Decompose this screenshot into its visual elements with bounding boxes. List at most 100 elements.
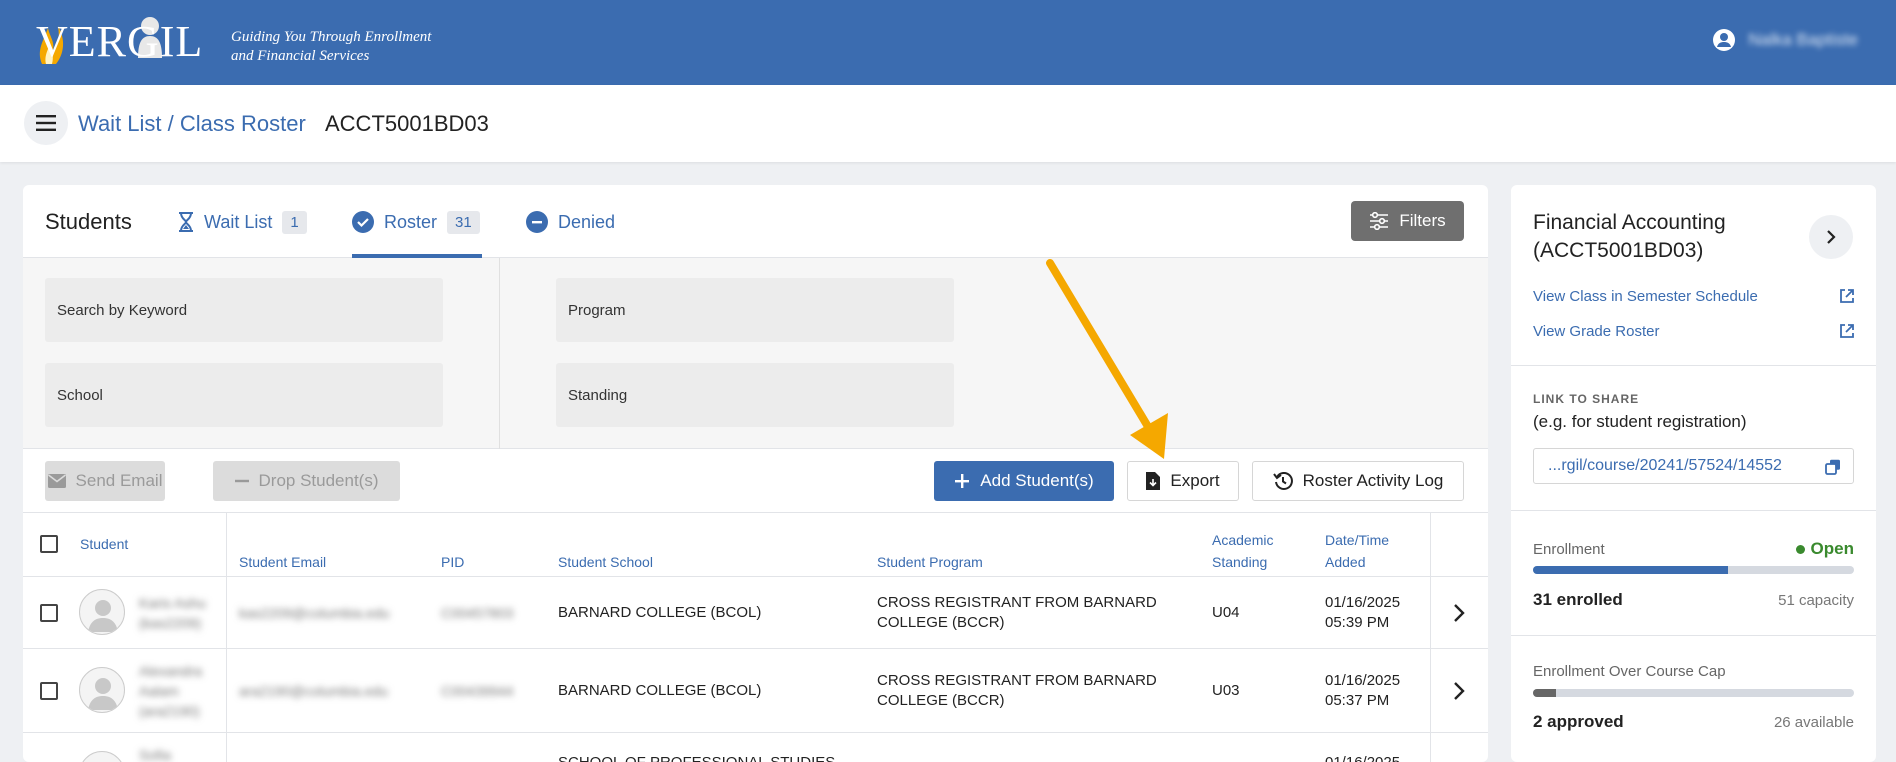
sub-header: Wait List / Class Roster ACCT5001BD03 xyxy=(0,85,1896,162)
enrollment-progress-bar xyxy=(1533,566,1854,574)
student-school: SCHOOL OF PROFESSIONAL STUDIES xyxy=(558,753,835,762)
add-students-label: Add Student(s) xyxy=(980,471,1094,490)
share-link-section: LINK TO SHARE (e.g. for student registra… xyxy=(1511,366,1876,511)
table-header: Student Student Email PID Student School… xyxy=(23,513,1488,577)
header-standing[interactable]: Academic Standing xyxy=(1212,529,1273,573)
course-side-panel: Financial Accounting (ACCT5001BD03) View… xyxy=(1511,185,1876,762)
over-cap-progress-bar xyxy=(1533,689,1854,697)
academic-standing: U03 xyxy=(1212,682,1240,699)
minus-circle-icon xyxy=(526,211,548,233)
students-heading: Students xyxy=(45,209,132,234)
keyword-search-input[interactable]: Search by Keyword xyxy=(45,278,443,342)
view-grade-roster-link[interactable]: View Grade Roster xyxy=(1533,323,1659,340)
course-details-button[interactable] xyxy=(1809,215,1853,259)
copy-icon[interactable] xyxy=(1825,459,1841,475)
user-account-icon xyxy=(1713,29,1736,51)
header-email[interactable]: Student Email xyxy=(239,551,326,573)
date-added: 01/16/2025 xyxy=(1325,753,1400,762)
share-link-field[interactable]: ...rgil/course/20241/57524/14552 xyxy=(1533,448,1854,484)
header-program[interactable]: Student Program xyxy=(877,551,983,573)
course-info-section: Financial Accounting (ACCT5001BD03) View… xyxy=(1511,185,1876,366)
tab-denied[interactable]: Denied xyxy=(526,207,615,237)
avatar xyxy=(79,589,125,635)
external-link-icon[interactable] xyxy=(1839,288,1855,304)
table-row[interactable]: Karis Ashu (kas2209) kas2209@columbia.ed… xyxy=(23,577,1488,649)
minus-icon xyxy=(234,479,249,483)
breadcrumb[interactable]: Wait List / Class Roster xyxy=(78,111,306,137)
student-name[interactable]: Sofia xyxy=(139,745,171,762)
school-filter[interactable]: School xyxy=(45,363,443,427)
avatar xyxy=(79,751,125,762)
tab-roster-label: Roster xyxy=(384,211,438,232)
tab-bar: Students Wait List 1 Roster 31 Denied Fi… xyxy=(23,185,1488,258)
course-title: Financial Accounting (ACCT5001BD03) xyxy=(1533,211,1726,262)
row-checkbox[interactable] xyxy=(40,682,58,700)
table-row[interactable]: Sofia SCHOOL OF PROFESSIONAL STUDIES 01/… xyxy=(23,733,1488,762)
logo-text: VERGIL xyxy=(36,17,204,66)
filter-panel: Search by Keyword School Program Standin… xyxy=(23,258,1488,449)
over-cap-progress-fill xyxy=(1533,689,1556,697)
export-button[interactable]: Export xyxy=(1127,461,1239,501)
chevron-right-icon[interactable] xyxy=(1453,681,1465,701)
header-student[interactable]: Student xyxy=(80,533,128,555)
roster-activity-log-button[interactable]: Roster Activity Log xyxy=(1252,461,1464,501)
check-circle-icon xyxy=(352,211,374,233)
top-bar: VERGIL Guiding You Through Enrollment an… xyxy=(0,0,1896,85)
student-email: ara2190@columbia.edu xyxy=(239,683,388,699)
header-date-added[interactable]: Date/Time Added xyxy=(1325,529,1389,573)
chevron-right-icon xyxy=(1827,230,1836,244)
tab-wait-list[interactable]: Wait List 1 xyxy=(178,207,307,237)
filter-divider xyxy=(499,258,500,449)
approved-count: 2 approved xyxy=(1533,712,1624,731)
over-cap-section: Enrollment Over Course Cap 2 approved 26… xyxy=(1511,636,1876,762)
user-placeholder-icon xyxy=(80,752,125,762)
date-added: 01/16/2025 05:37 PM xyxy=(1325,672,1401,709)
student-school: BARNARD COLLEGE (BCOL) xyxy=(558,682,762,699)
envelope-icon xyxy=(47,474,66,488)
standing-filter[interactable]: Standing xyxy=(556,363,954,427)
send-email-label: Send Email xyxy=(75,471,163,490)
file-download-icon xyxy=(1146,472,1161,490)
student-name[interactable]: Karis Ashu (kas2209) xyxy=(139,593,206,633)
student-program: CROSS REGISTRANT FROM BARNARD COLLEGE (B… xyxy=(877,594,1157,631)
tab-roster[interactable]: Roster 31 xyxy=(352,207,480,237)
capacity-count: 51 capacity xyxy=(1778,592,1854,609)
header-school[interactable]: Student School xyxy=(558,551,653,573)
user-placeholder-icon xyxy=(88,600,118,632)
hamburger-menu-button[interactable] xyxy=(24,101,68,145)
user-menu[interactable]: Nalka Baptiste xyxy=(1712,28,1858,52)
row-checkbox[interactable] xyxy=(40,604,58,622)
program-filter[interactable]: Program xyxy=(556,278,954,342)
drop-students-label: Drop Student(s) xyxy=(258,471,379,490)
student-email: kas2209@columbia.edu xyxy=(239,605,390,621)
add-students-button[interactable]: Add Student(s) xyxy=(934,461,1114,501)
select-all-checkbox[interactable] xyxy=(40,535,58,553)
student-program: CROSS REGISTRANT FROM BARNARD COLLEGE (B… xyxy=(877,672,1157,709)
roster-card: Students Wait List 1 Roster 31 Denied Fi… xyxy=(23,185,1488,762)
tagline: Guiding You Through Enrollment and Finan… xyxy=(231,29,432,64)
history-icon xyxy=(1272,472,1293,490)
tab-denied-label: Denied xyxy=(558,211,616,232)
student-name[interactable]: Alexandra Aalam (ara2190) xyxy=(139,661,202,721)
enrollment-status-badge: Open xyxy=(1795,539,1854,559)
drop-students-button[interactable]: Drop Student(s) xyxy=(213,461,400,501)
enrollment-progress-fill xyxy=(1533,566,1729,574)
share-link-hint: (e.g. for student registration) xyxy=(1533,412,1747,431)
table-row[interactable]: Alexandra Aalam (ara2190) ara2190@columb… xyxy=(23,649,1488,733)
student-school: BARNARD COLLEGE (BCOL) xyxy=(558,604,762,621)
filters-button[interactable]: Filters xyxy=(1351,201,1464,241)
external-link-icon[interactable] xyxy=(1839,323,1855,339)
sliders-icon xyxy=(1370,212,1389,230)
hourglass-icon xyxy=(179,212,193,232)
header-pid[interactable]: PID xyxy=(441,551,464,573)
page-title: ACCT5001BD03 xyxy=(325,111,489,136)
student-pid: C00457803 xyxy=(441,605,514,621)
chevron-right-icon[interactable] xyxy=(1453,603,1465,623)
enrolled-count: 31 enrolled xyxy=(1533,590,1623,609)
academic-standing: U04 xyxy=(1212,604,1240,621)
avatar xyxy=(79,667,125,713)
export-label: Export xyxy=(1170,471,1220,490)
send-email-button[interactable]: Send Email xyxy=(45,461,165,501)
view-class-schedule-link[interactable]: View Class in Semester Schedule xyxy=(1533,288,1758,305)
available-count: 26 available xyxy=(1773,714,1854,731)
